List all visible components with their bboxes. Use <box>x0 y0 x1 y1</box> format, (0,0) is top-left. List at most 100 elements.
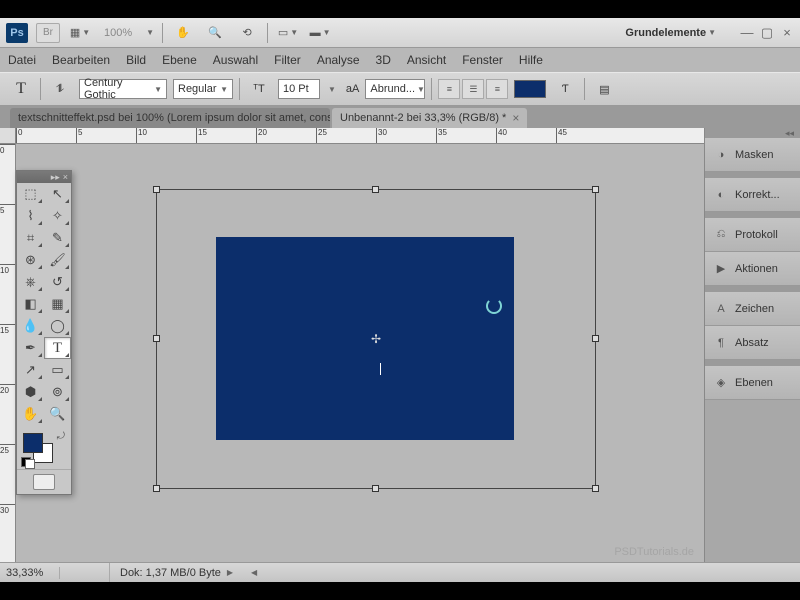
shape-tool[interactable]: ▭ <box>44 359 71 381</box>
brush-tool[interactable]: 🖌 <box>44 249 71 271</box>
menu-bild[interactable]: Bild <box>126 53 146 67</box>
transform-handle[interactable] <box>592 186 599 193</box>
close-button[interactable]: × <box>780 26 794 40</box>
transform-handle[interactable] <box>153 335 160 342</box>
zoom-tool-icon[interactable]: 🔍 <box>203 23 227 43</box>
hand-tool-icon[interactable]: ✋ <box>171 23 195 43</box>
font-weight-select[interactable]: Regular▼ <box>173 79 233 99</box>
transform-handle[interactable] <box>372 485 379 492</box>
foreground-color[interactable] <box>23 433 43 453</box>
dodge-tool[interactable]: ◯ <box>44 315 71 337</box>
status-zoom[interactable]: 33,33% <box>0 567 60 579</box>
work-area: 051015202530354045 051015202530 ✢ ◂◂ <box>0 128 800 562</box>
marquee-tool[interactable]: ↖ <box>44 183 71 205</box>
3d-tool[interactable]: ⬢ <box>17 381 44 403</box>
bridge-button[interactable]: Br <box>36 23 60 43</box>
blur-tool[interactable]: 💧 <box>17 315 44 337</box>
menu-ansicht[interactable]: Ansicht <box>407 53 446 67</box>
align-left-button[interactable]: ≡ <box>438 79 460 99</box>
toolbox[interactable]: ▸▸× ⬚ ↖ ⌇ ✧ ⌗ ✎ ⊛ 🖌 ⎈ ↺ ◧ ▦ 💧 ◯ ✒ T ↗ ▭ … <box>16 170 72 495</box>
panel-grip[interactable]: ◂◂ <box>705 128 800 138</box>
clone-stamp-tool[interactable]: ⎈ <box>17 271 44 293</box>
maximize-button[interactable]: ▢ <box>760 26 774 40</box>
status-doc-info[interactable]: Dok: 1,37 MB/0 Byte▶ <box>110 567 243 579</box>
ruler-vertical[interactable]: 051015202530 <box>0 144 16 562</box>
ruler-horizontal[interactable]: 051015202530354045 <box>16 128 704 144</box>
text-orientation-button[interactable]: ⥮ <box>47 77 73 101</box>
layout-dropdown[interactable]: ▦▼ <box>68 23 92 43</box>
menu-auswahl[interactable]: Auswahl <box>213 53 258 67</box>
font-family-select[interactable]: Century Gothic▼ <box>79 79 167 99</box>
zoom-tool[interactable]: 🔍 <box>44 403 71 425</box>
menu-hilfe[interactable]: Hilfe <box>519 53 543 67</box>
menu-analyse[interactable]: Analyse <box>317 53 360 67</box>
eyedropper-tool[interactable]: ✎ <box>44 227 71 249</box>
transform-bounding-box[interactable]: ✢ <box>156 189 596 489</box>
color-swatches[interactable]: ⤾ <box>17 429 71 469</box>
character-panel-button[interactable]: ▤ <box>591 77 617 101</box>
swap-colors-icon[interactable]: ⤾ <box>57 431 65 442</box>
panel-korrekturen[interactable]: ◐Korrekt... <box>705 178 800 212</box>
canvas[interactable]: ✢ <box>16 144 704 562</box>
magic-wand-tool[interactable]: ✧ <box>44 205 71 227</box>
chevron-down-icon[interactable]: ▼ <box>328 85 336 94</box>
transform-handle[interactable] <box>592 335 599 342</box>
menu-ebene[interactable]: Ebene <box>162 53 197 67</box>
menu-fenster[interactable]: Fenster <box>462 53 503 67</box>
lasso-tool[interactable]: ⌇ <box>17 205 44 227</box>
toolbox-header[interactable]: ▸▸× <box>17 171 71 183</box>
transform-handle[interactable] <box>153 186 160 193</box>
minimize-button[interactable]: — <box>740 26 754 40</box>
type-tool[interactable]: T <box>44 337 71 359</box>
scroll-left-icon[interactable]: ◀ <box>251 568 257 577</box>
healing-brush-tool[interactable]: ⊛ <box>17 249 44 271</box>
menu-3d[interactable]: 3D <box>376 53 391 67</box>
panel-aktionen[interactable]: ▶Aktionen <box>705 252 800 286</box>
pen-tool[interactable]: ✒ <box>17 337 44 359</box>
align-center-button[interactable]: ☰ <box>462 79 484 99</box>
align-right-button[interactable]: ≡ <box>486 79 508 99</box>
arrange-dropdown[interactable]: ▬▼ <box>308 23 332 43</box>
3d-camera-tool[interactable]: ⊚ <box>44 381 71 403</box>
warp-text-button[interactable]: Ƭ <box>552 77 578 101</box>
panel-masken[interactable]: ◑Masken <box>705 138 800 172</box>
tab-unbenannt-2[interactable]: Unbenannt-2 bei 33,3% (RGB/8) *× <box>332 108 527 128</box>
panel-zeichen[interactable]: AZeichen <box>705 292 800 326</box>
screen-mode-dropdown[interactable]: ▭▼ <box>276 23 300 43</box>
text-color-swatch[interactable] <box>514 80 546 98</box>
quick-mask-button[interactable] <box>33 474 55 490</box>
font-size-input[interactable]: 10 Pt <box>278 79 320 99</box>
menu-datei[interactable]: Datei <box>8 53 36 67</box>
zoom-display[interactable]: 100% <box>104 27 132 39</box>
move-tool[interactable]: ⬚ <box>17 183 44 205</box>
rotate-view-icon[interactable]: ⟲ <box>235 23 259 43</box>
panel-protokoll[interactable]: ⎌Protokoll <box>705 218 800 252</box>
tab-textschnitteffekt[interactable]: textschnitteffekt.psd bei 100% (Lorem ip… <box>10 108 330 128</box>
workspace-dropdown[interactable]: Grundelemente▼ <box>617 25 724 41</box>
history-brush-tool[interactable]: ↺ <box>44 271 71 293</box>
right-panel-dock: ◂◂ ◑Masken ◐Korrekt... ⎌Protokoll ▶Aktio… <box>704 128 800 562</box>
path-select-tool[interactable]: ↗ <box>17 359 44 381</box>
panel-ebenen[interactable]: ◈Ebenen <box>705 366 800 400</box>
panel-absatz[interactable]: ¶Absatz <box>705 326 800 360</box>
gradient-tool[interactable]: ▦ <box>44 293 71 315</box>
transform-center-icon[interactable]: ✢ <box>371 334 381 344</box>
close-icon[interactable]: × <box>512 111 519 125</box>
type-tool-indicator-icon: T <box>8 77 34 101</box>
ps-logo-icon[interactable]: Ps <box>6 23 28 43</box>
mask-icon: ◑ <box>713 148 729 162</box>
menu-filter[interactable]: Filter <box>274 53 301 67</box>
ruler-origin[interactable] <box>0 128 16 144</box>
default-colors-icon[interactable] <box>25 459 35 469</box>
transform-handle[interactable] <box>372 186 379 193</box>
close-icon[interactable]: × <box>63 172 68 182</box>
transform-handle[interactable] <box>592 485 599 492</box>
hand-tool[interactable]: ✋ <box>17 403 44 425</box>
antialias-select[interactable]: Abrund...▼ <box>365 79 425 99</box>
transform-handle[interactable] <box>153 485 160 492</box>
crop-tool[interactable]: ⌗ <box>17 227 44 249</box>
collapse-icon[interactable]: ▸▸ <box>51 172 60 183</box>
loading-spinner-icon <box>486 298 502 314</box>
menu-bearbeiten[interactable]: Bearbeiten <box>52 53 110 67</box>
eraser-tool[interactable]: ◧ <box>17 293 44 315</box>
